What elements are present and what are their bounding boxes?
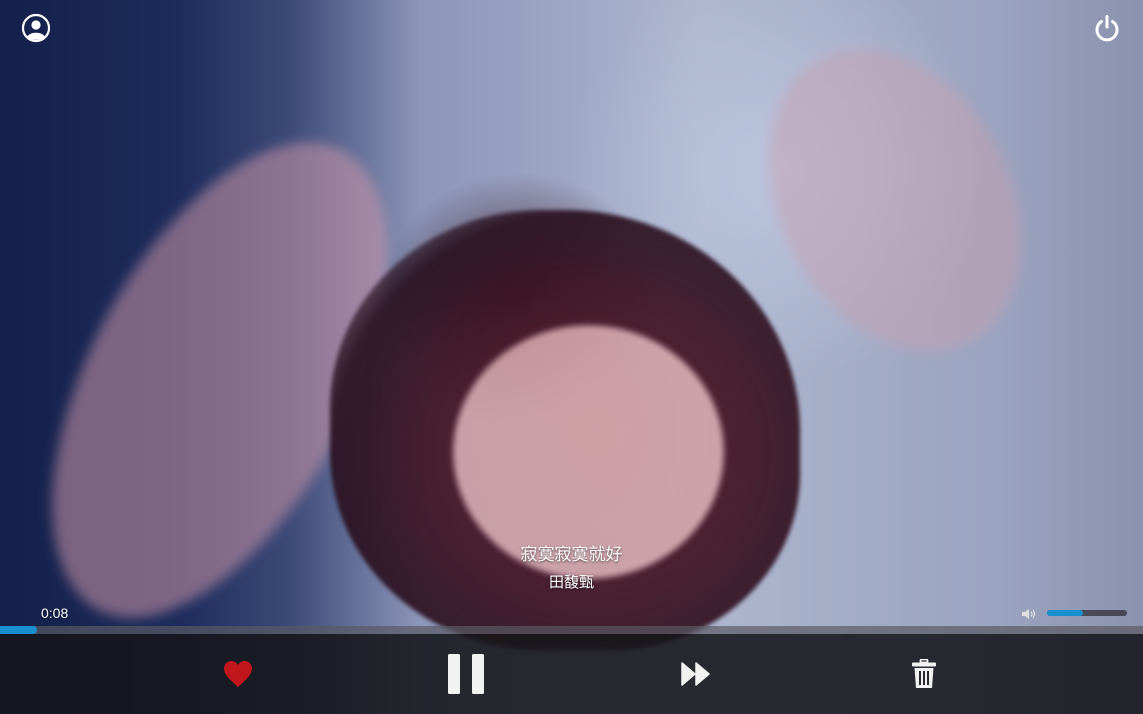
progress-bar-fill: [0, 626, 37, 634]
song-title: 寂寞寂寞就好: [520, 545, 623, 564]
profile-button[interactable]: [20, 12, 52, 44]
volume-level: [1047, 610, 1083, 616]
fast-forward-icon: [681, 662, 710, 686]
elapsed-time: 0:08: [41, 605, 69, 621]
like-button[interactable]: [214, 634, 262, 714]
heart-icon: [224, 661, 252, 687]
delete-button[interactable]: [900, 634, 948, 714]
pause-button[interactable]: [442, 634, 490, 714]
speaker-icon: [1021, 607, 1037, 621]
user-profile-icon: [21, 13, 51, 43]
song-artist: 田馥甄: [548, 574, 594, 591]
pause-icon: [448, 654, 484, 694]
playback-controls: [0, 634, 1143, 714]
power-button[interactable]: [1091, 12, 1123, 44]
next-button[interactable]: [672, 634, 720, 714]
album-art-background: [0, 0, 1143, 714]
volume-slider[interactable]: [1047, 610, 1127, 616]
progress-bar[interactable]: [0, 626, 1143, 634]
power-icon: [1095, 15, 1119, 42]
trash-icon: [912, 659, 936, 688]
